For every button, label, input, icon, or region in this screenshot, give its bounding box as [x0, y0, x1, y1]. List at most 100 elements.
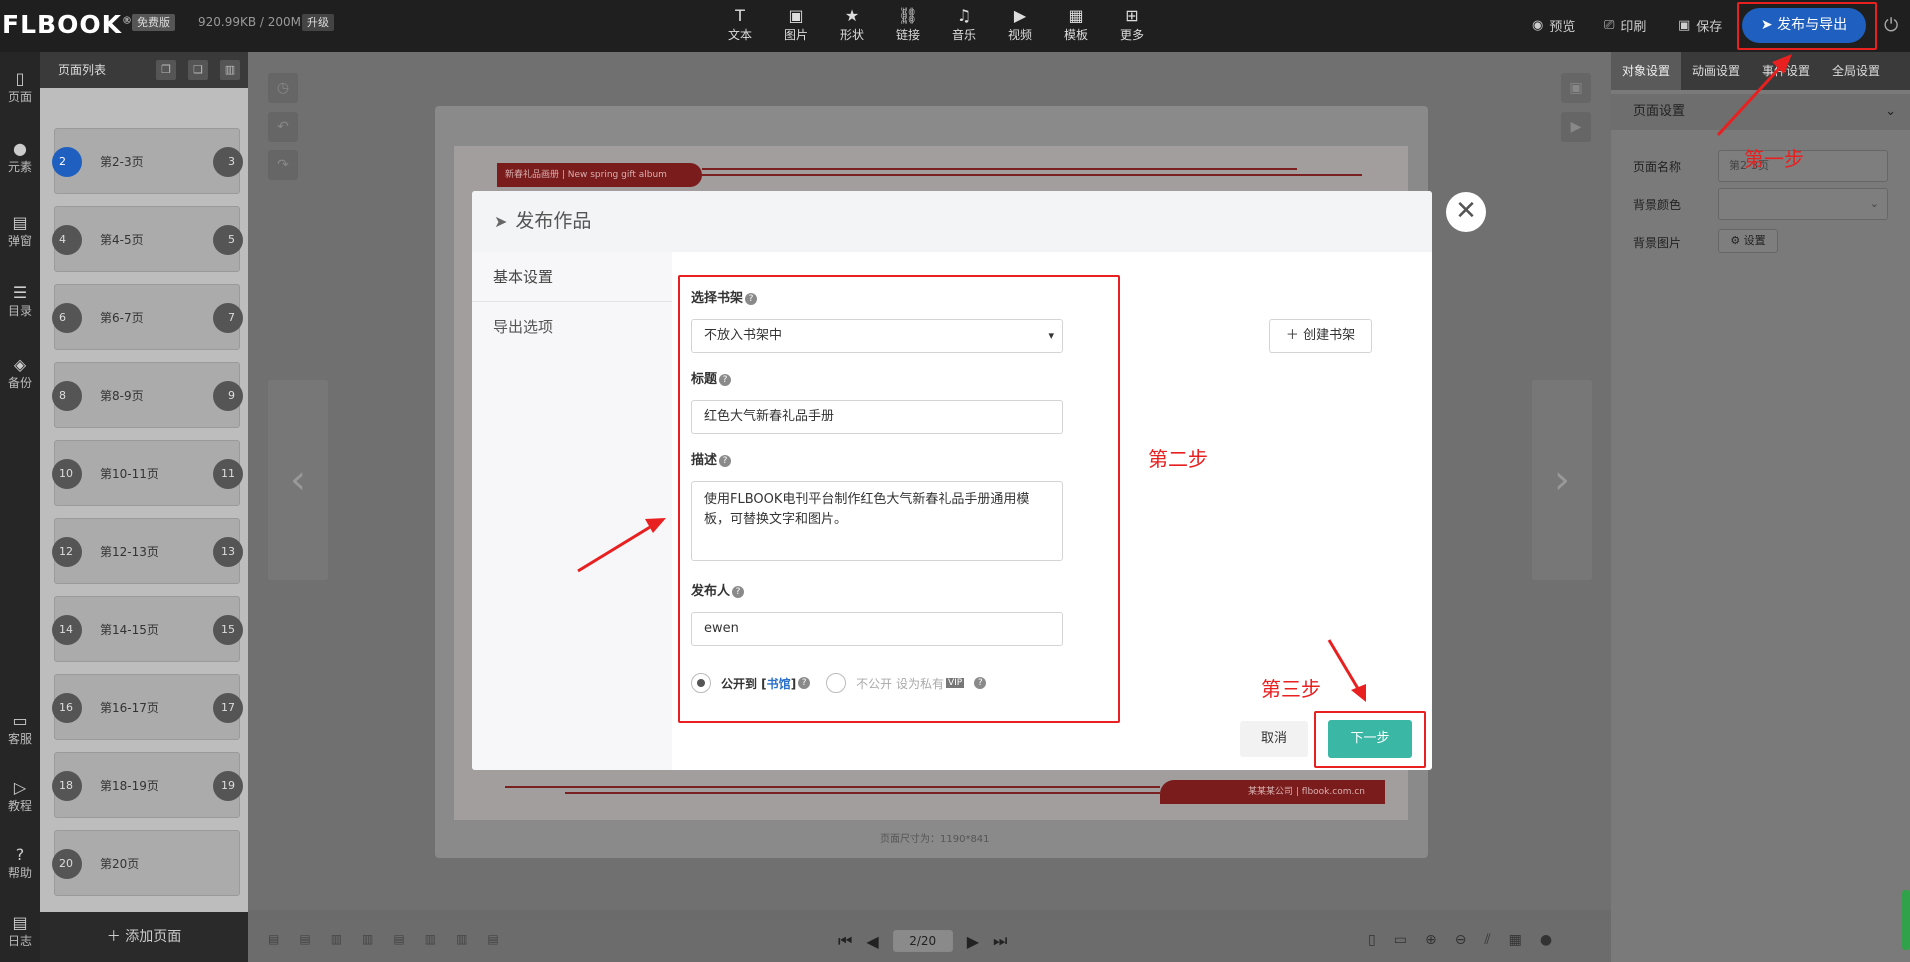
align-bottom-icon[interactable]: ▤ — [393, 932, 404, 946]
page-settings-header[interactable]: 页面设置 ⌄ — [1611, 94, 1910, 130]
grid-icon[interactable]: ▦ — [1509, 932, 1522, 948]
nav-support[interactable]: ▭ 客服 — [0, 712, 40, 747]
page-number-left: 4 — [52, 225, 82, 255]
tab-event-settings[interactable]: 事件设置 — [1751, 52, 1821, 90]
page-thumb[interactable]: 18 第18-19页 19 — [52, 752, 243, 818]
ruler-icon[interactable]: ⫽ — [1484, 932, 1490, 948]
tool-shape[interactable]: ★ 形状 — [824, 6, 880, 43]
save-button[interactable]: ▣ 保存 — [1678, 16, 1722, 35]
page-thumb[interactable]: 16 第16-17页 17 — [52, 674, 243, 740]
double-page-icon[interactable]: ▭ — [1394, 932, 1407, 948]
nav-popups[interactable]: ▤ 弹窗 — [0, 214, 40, 249]
tool-image[interactable]: ▣ 图片 — [768, 6, 824, 43]
nav-label: 日志 — [7, 934, 32, 948]
trash-icon[interactable]: ▥ — [220, 60, 240, 80]
save-label: 保存 — [1696, 20, 1723, 35]
page-thumb[interactable]: 2 第2-3页 3 — [52, 128, 243, 194]
settings-icon[interactable]: ● — [1540, 932, 1552, 948]
tool-link[interactable]: ⛓ 链接 — [880, 6, 936, 43]
page-icon: ▯ — [15, 69, 25, 88]
page-number-right: 3 — [213, 147, 243, 177]
page-thumb-label: 第14-15页 — [100, 623, 159, 637]
upgrade-badge[interactable]: 升级 — [302, 14, 334, 31]
create-shelf-button[interactable]: ＋ 创建书架 — [1269, 319, 1372, 353]
play-preview-icon[interactable]: ▶ — [1561, 112, 1591, 142]
page-thumb[interactable]: 20 第20页 — [52, 830, 240, 896]
page-number-left: 12 — [52, 537, 82, 567]
redo-icon[interactable]: ↷ — [268, 150, 298, 180]
tab-animation-settings[interactable]: 动画设置 — [1681, 52, 1751, 90]
tool-music[interactable]: ♫ 音乐 — [936, 6, 992, 43]
nav-tutorial[interactable]: ▷ 教程 — [0, 779, 40, 814]
align-right-icon[interactable]: ▥ — [362, 932, 373, 946]
nav-elements[interactable]: ● 元素 — [0, 140, 40, 175]
align-top-icon[interactable]: ▤ — [299, 932, 310, 946]
plus-icon: ＋ — [106, 929, 126, 945]
prev-page-icon[interactable]: ◀ — [866, 932, 878, 951]
tool-more[interactable]: ⊞ 更多 — [1104, 6, 1160, 43]
page-thumb[interactable]: 14 第14-15页 15 — [52, 596, 243, 662]
copy-icon[interactable]: ❐ — [156, 60, 176, 80]
link-icon: ⛓ — [897, 6, 919, 25]
distribute-v-icon[interactable]: ▤ — [487, 932, 498, 946]
bg-color-select[interactable]: ⌄ — [1718, 188, 1888, 220]
tab-export-options[interactable]: 导出选项 — [472, 302, 672, 352]
undo-icon[interactable]: ↶ — [268, 112, 298, 142]
tool-video[interactable]: ▶ 视频 — [992, 6, 1048, 43]
nav-label: 页面 — [7, 90, 32, 104]
add-page-button[interactable]: ＋ 添加页面 — [40, 912, 248, 962]
zoom-in-icon[interactable]: ⊕ — [1425, 932, 1437, 948]
page-thumb-label: 第10-11页 — [100, 467, 159, 481]
next-page-arrow-icon[interactable]: › — [1532, 380, 1592, 580]
page-number-right: 17 — [213, 693, 243, 723]
power-icon[interactable]: ⏻ — [1884, 15, 1898, 36]
page-number-left: 2 — [52, 147, 82, 177]
plus-icon: ＋ — [1285, 328, 1304, 343]
nav-toc[interactable]: ☰ 目录 — [0, 284, 40, 319]
close-icon[interactable]: ✕ — [1446, 192, 1486, 232]
floppy-icon: ▣ — [1678, 18, 1691, 33]
prev-page-arrow-icon[interactable]: ‹ — [268, 380, 328, 580]
annotation-step2: 第二步 — [1148, 447, 1208, 471]
align-left-icon[interactable]: ▤ — [268, 932, 279, 946]
page-thumb[interactable]: 10 第10-11页 11 — [52, 440, 243, 506]
preview-button[interactable]: ◉ 预览 — [1532, 16, 1575, 35]
distribute-h-icon[interactable]: ▥ — [456, 932, 467, 946]
tab-object-settings[interactable]: 对象设置 — [1611, 52, 1681, 90]
first-page-icon[interactable]: ⏮ — [838, 931, 852, 951]
tool-label: 链接 — [895, 28, 920, 42]
tab-basic-settings[interactable]: 基本设置 — [472, 252, 672, 302]
page-thumb[interactable]: 12 第12-13页 13 — [52, 518, 243, 584]
duplicate-icon[interactable]: ❏ — [188, 60, 208, 80]
align-center-icon[interactable]: ▥ — [331, 932, 342, 946]
print-button[interactable]: ⎚ 印刷 — [1604, 16, 1646, 35]
page-thumb[interactable]: 4 第4-5页 5 — [52, 206, 243, 272]
nav-backup[interactable]: ◈ 备份 — [0, 356, 40, 391]
bg-image-button[interactable]: ⚙ 设置 — [1718, 229, 1778, 253]
nav-help[interactable]: ? 帮助 — [0, 846, 40, 881]
tool-template[interactable]: ▦ 模板 — [1048, 6, 1104, 43]
tool-text[interactable]: T 文本 — [712, 6, 768, 43]
play-icon: ▷ — [13, 778, 27, 797]
align-middle-icon[interactable]: ▥ — [425, 932, 436, 946]
page-thumb[interactable]: 8 第8-9页 9 — [52, 362, 243, 428]
cancel-button[interactable]: 取消 — [1240, 721, 1308, 757]
annotation-box-step3 — [1314, 711, 1426, 768]
zoom-out-icon[interactable]: ⊖ — [1455, 932, 1467, 948]
nav-log[interactable]: ▤ 日志 — [0, 914, 40, 949]
dialog-sidebar: 基本设置 导出选项 — [472, 252, 672, 770]
single-page-icon[interactable]: ▯ — [1368, 932, 1376, 948]
nav-pages[interactable]: ▯ 页面 — [0, 70, 40, 105]
nav-label: 教程 — [7, 799, 32, 813]
add-layer-icon[interactable]: ▣ — [1561, 73, 1591, 103]
nav-label: 帮助 — [7, 866, 32, 880]
tab-global-settings[interactable]: 全局设置 — [1821, 52, 1891, 90]
top-bar: FLBOOK® 免费版 920.99KB / 200M 升级 T 文本 ▣ 图片 ★… — [0, 0, 1910, 52]
page-thumb[interactable]: 6 第6-7页 7 — [52, 284, 243, 350]
list-icon: ☰ — [12, 283, 28, 302]
logo-text: FLBOOK — [2, 10, 122, 39]
last-page-icon[interactable]: ⏭ — [993, 931, 1007, 951]
history-icon[interactable]: ◷ — [268, 73, 298, 103]
page-indicator[interactable]: 2/20 — [892, 930, 953, 952]
next-page-icon[interactable]: ▶ — [967, 932, 979, 951]
